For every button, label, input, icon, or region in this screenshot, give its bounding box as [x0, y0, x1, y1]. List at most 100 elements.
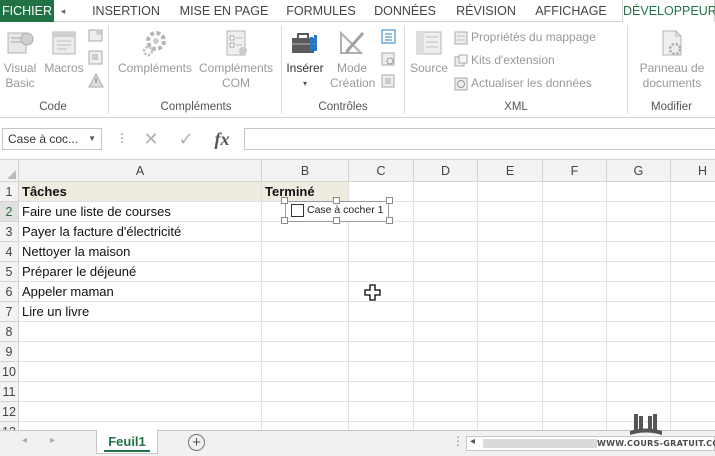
gridline	[413, 182, 414, 430]
relative-reference-icon[interactable]	[88, 50, 104, 66]
visual-basic-button[interactable]: Visual Basic	[1, 27, 39, 91]
inserer-button[interactable]: Insérer ▾	[284, 27, 326, 91]
tab-donnees[interactable]: DONNÉES	[370, 0, 440, 22]
column-header-h[interactable]: H	[671, 160, 715, 182]
panneau-documents-button[interactable]: Panneau de documents	[631, 27, 713, 91]
proprietes-mappage-button[interactable]: Propriétés du mappage	[454, 28, 596, 46]
column-header-e[interactable]: E	[478, 160, 543, 182]
row-header-2[interactable]: 2	[0, 202, 19, 222]
row-header-10[interactable]: 10	[0, 362, 19, 382]
resize-handle[interactable]	[281, 197, 288, 204]
row-header-11[interactable]: 11	[0, 382, 19, 402]
column-header-g[interactable]: G	[607, 160, 671, 182]
sheet-scroll-left-icon[interactable]: ◂	[22, 435, 27, 446]
tab-insertion[interactable]: INSERTION	[88, 0, 164, 22]
row-header-6[interactable]: 6	[0, 282, 19, 302]
source-label: Source	[409, 61, 449, 75]
tab-affichage[interactable]: AFFICHAGE	[532, 0, 610, 22]
insert-function-icon[interactable]: fx	[209, 127, 235, 151]
complements-button[interactable]: Compléments	[116, 27, 194, 76]
actualiser-donnees-button[interactable]: Actualiser les données	[454, 74, 592, 92]
tab-formules[interactable]: FORMULES	[283, 0, 359, 22]
cell-a3[interactable]: Payer la facture d'électricité	[19, 222, 181, 242]
column-header-f[interactable]: F	[543, 160, 607, 182]
formula-bar-resize-icon[interactable]: ⋮	[116, 128, 128, 148]
row-header-13[interactable]: 13	[0, 422, 19, 430]
checkbox-form-control[interactable]: Case à cocher 1	[281, 197, 393, 224]
select-all-button[interactable]	[0, 160, 19, 182]
macros-button[interactable]: Macros	[42, 27, 86, 76]
row-header-12[interactable]: 12	[0, 402, 19, 422]
cancel-icon[interactable]: ✕	[138, 127, 164, 151]
complements-com-button[interactable]: Compléments COM	[196, 27, 276, 91]
name-box[interactable]: Case à coc... ▼	[2, 128, 102, 150]
cell-a4[interactable]: Nettoyer la maison	[19, 242, 130, 262]
column-header-c[interactable]: C	[349, 160, 414, 182]
record-macro-icon[interactable]	[88, 28, 104, 44]
gridline	[19, 301, 715, 302]
scrollbar-thumb[interactable]	[483, 439, 597, 448]
kits-extension-button[interactable]: Kits d'extension	[454, 51, 555, 69]
cell-a7[interactable]: Lire un livre	[19, 302, 89, 322]
tab-fichier[interactable]: FICHIER	[0, 0, 54, 22]
gear-icon	[142, 31, 166, 57]
gridline	[19, 341, 715, 342]
row-header-9[interactable]: 9	[0, 342, 19, 362]
cell-b1[interactable]: Terminé	[262, 182, 315, 202]
column-header-d[interactable]: D	[414, 160, 478, 182]
gridline	[19, 381, 715, 382]
row-header-5[interactable]: 5	[0, 262, 19, 282]
tab-mise-en-page[interactable]: MISE EN PAGE	[177, 0, 271, 22]
select-all-triangle-icon	[7, 170, 16, 179]
design-mode-icon	[340, 30, 365, 54]
run-dialog-icon[interactable]	[381, 74, 396, 89]
row-header-1[interactable]: 1	[0, 182, 19, 202]
cell-a6[interactable]: Appeler maman	[19, 282, 114, 302]
gridline	[19, 321, 715, 322]
row-header-7[interactable]: 7	[0, 302, 19, 322]
enter-icon[interactable]: ✓	[173, 127, 199, 151]
column-header-a[interactable]: A	[19, 160, 262, 182]
row-header-3[interactable]: 3	[0, 222, 19, 242]
kits-extension-label: Kits d'extension	[471, 53, 555, 67]
column-header-b[interactable]: B	[262, 160, 349, 182]
group-label-modifier: Modifier	[651, 101, 692, 113]
cell-cursor-icon	[364, 284, 381, 301]
cell-a5[interactable]: Préparer le déjeuné	[19, 262, 136, 282]
macro-security-icon[interactable]	[88, 73, 104, 89]
view-code-icon[interactable]	[381, 52, 396, 67]
proprietes-mappage-label: Propriétés du mappage	[471, 30, 596, 44]
macros-label: Macros	[44, 61, 84, 75]
group-label-complements: Compléments	[160, 101, 232, 113]
document-panel-icon	[662, 30, 682, 56]
panneau-documents-label: Panneau de documents	[639, 61, 705, 90]
toolbox-icon	[292, 33, 317, 53]
resize-handle[interactable]	[333, 217, 340, 224]
tab-split-handle-icon[interactable]: ⋮	[452, 434, 464, 448]
scroll-left-arrow-icon[interactable]: ◂	[470, 436, 475, 447]
tab-scroll-left-icon[interactable]: ◂	[56, 0, 70, 22]
add-sheet-icon[interactable]: +	[188, 434, 205, 451]
resize-handle[interactable]	[281, 217, 288, 224]
checkbox-square[interactable]	[291, 204, 304, 217]
chevron-down-icon[interactable]: ▼	[88, 129, 96, 149]
inserer-label: Insérer	[286, 61, 324, 75]
row-header-8[interactable]: 8	[0, 322, 19, 342]
formula-input[interactable]	[244, 128, 715, 150]
group-label-code: Code	[39, 101, 67, 113]
ribbon-separator	[108, 26, 109, 114]
sheet-scroll-right-icon[interactable]: ▸	[50, 435, 55, 446]
worksheet-grid: A B C D E F G H 1 2 3 4 5 6 7 8 9 10 11 …	[0, 160, 715, 430]
mode-creation-button[interactable]: Mode Création	[330, 27, 375, 91]
properties-icon[interactable]	[381, 29, 396, 44]
checkbox-label[interactable]: Case à cocher 1	[307, 203, 383, 218]
resize-handle[interactable]	[386, 217, 393, 224]
gridline	[261, 182, 262, 430]
cell-a1[interactable]: Tâches	[19, 182, 67, 202]
cell-a2[interactable]: Faire une liste de courses	[19, 202, 171, 222]
resize-handle[interactable]	[386, 197, 393, 204]
row-header-4[interactable]: 4	[0, 242, 19, 262]
tab-revision[interactable]: RÉVISION	[452, 0, 520, 22]
tab-developpeur[interactable]: DÉVELOPPEUR	[622, 0, 715, 23]
source-button[interactable]: Source	[408, 27, 450, 76]
